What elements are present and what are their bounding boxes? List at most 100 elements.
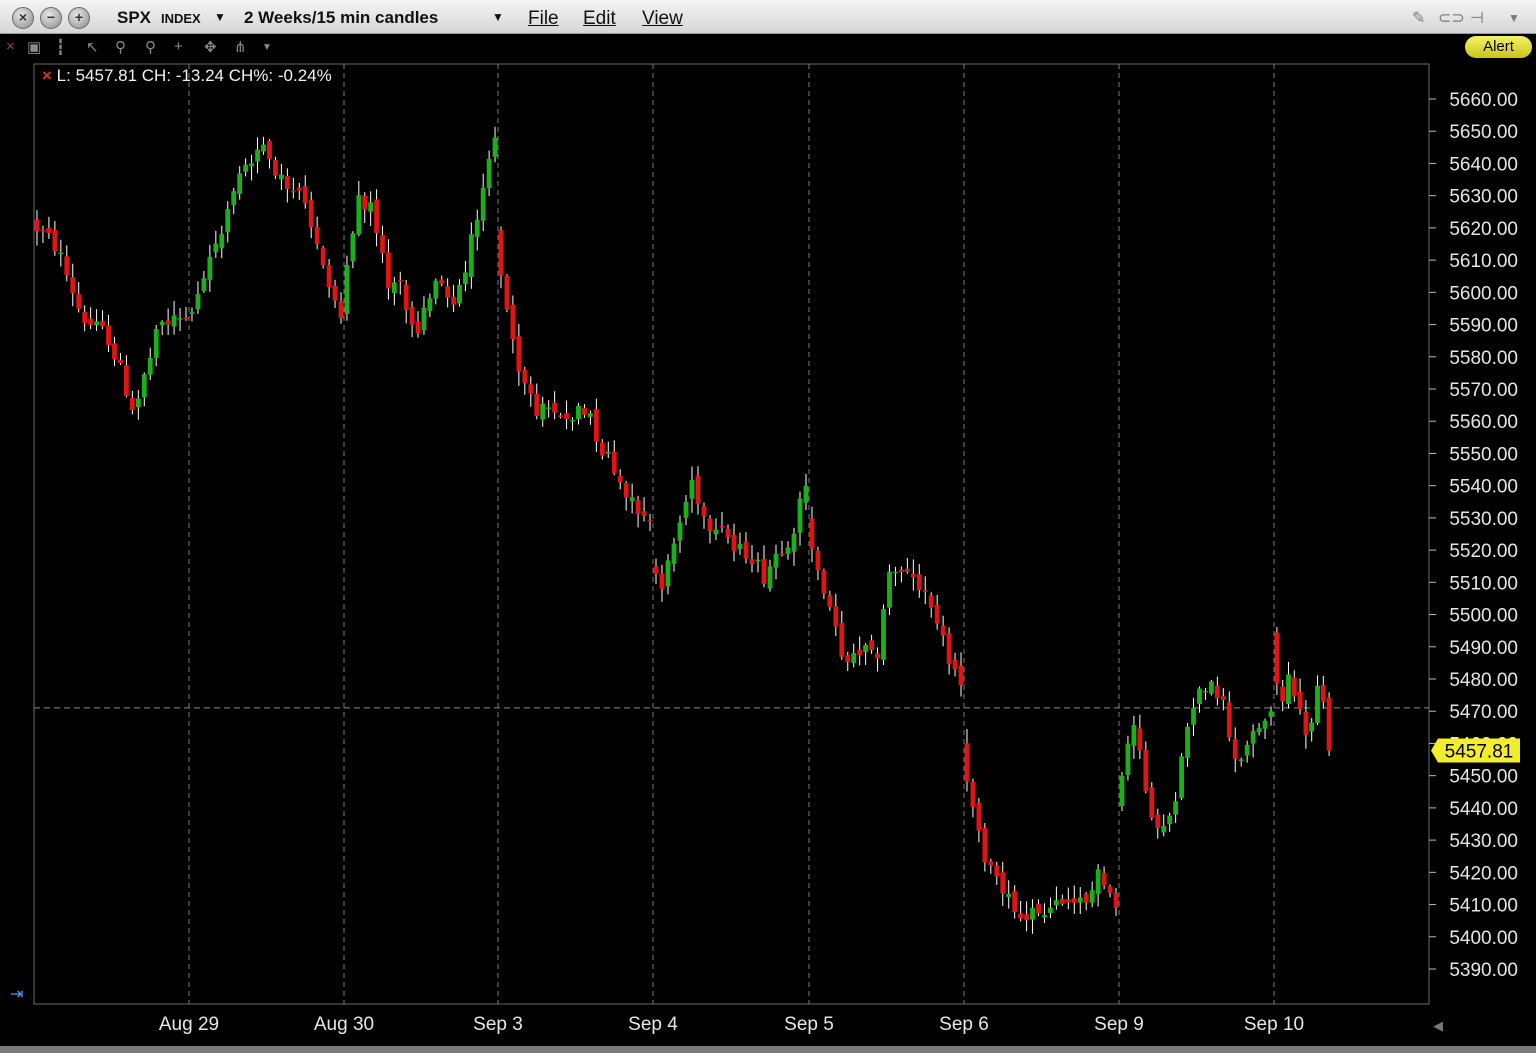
pin-icon[interactable]: ⊣ [1470,8,1484,28]
candle-body-down [821,570,827,594]
y-tick-label: 5410.00 [1449,896,1518,917]
candle-body-down [504,275,510,310]
candle-body-up [463,272,468,285]
candle-body-down [1320,684,1326,702]
timeline-scrollbar[interactable] [0,1046,1536,1053]
change-value: -13.24 [175,66,224,85]
candle-body-down [617,475,623,483]
candle-body-up [570,419,575,422]
candle-body-up [665,560,671,587]
cursor-icon[interactable]: ↖ [86,38,99,56]
y-tick-label: 5560.00 [1449,412,1518,433]
candle-body-up [689,479,695,499]
candle-body-up [1309,722,1315,732]
candle-body-up [243,164,249,172]
candle-body-down [611,451,617,474]
instrument-type-label[interactable]: INDEX [161,11,201,26]
symbol-label[interactable]: SPX [117,8,151,28]
candle-body-down [761,559,767,584]
menu-file[interactable]: File [528,8,559,30]
candle-body-up [1185,726,1190,758]
close-panel-icon[interactable]: × [6,38,15,55]
candle-body-down [534,393,540,417]
period-selector[interactable]: 2 Weeks/15 min candles [244,8,438,28]
candle-body-up [195,294,201,310]
period-dropdown-icon[interactable]: ▼ [492,10,504,24]
candle-body-down [964,743,970,782]
candle-body-up [773,553,779,568]
last-label: L: [56,66,71,85]
close-window-icon[interactable]: × [12,7,34,29]
candle-body-up [1095,869,1101,894]
candle-body-down [1280,686,1286,702]
candle-body-down [1303,711,1309,735]
info-close-icon[interactable]: × [42,66,52,85]
candle-body-down [1059,898,1065,904]
menu-view[interactable]: View [642,8,683,30]
candle-body-up [468,234,474,277]
chart-type-icon[interactable]: ▣ [27,38,41,56]
candle-body-up [1006,893,1012,898]
maximize-window-icon[interactable]: + [68,7,90,29]
bar-chart-icon[interactable]: ┇ [56,38,65,56]
candlestick-chart[interactable]: 5660.00 5650.00 5640.00 5630.00 5620.00 5610.… [0,0,1536,1053]
candle-body-down [659,573,665,589]
minimize-window-icon[interactable]: − [40,7,62,29]
y-tick-label: 5600.00 [1449,283,1518,304]
candle-body-down [809,518,815,549]
menu-edit[interactable]: Edit [583,8,616,30]
tools-dropdown-icon[interactable]: ▼ [262,42,272,53]
candle-body-down [958,665,964,686]
candle-body-down [1012,891,1018,912]
candle-body-down [516,336,522,372]
wrench-icon[interactable]: ✎ [1412,8,1425,28]
candle-body-up [94,321,99,326]
candle-body-up [391,282,397,294]
candle-body-up [141,374,147,398]
candle-body-down [498,230,504,276]
candle-body-down [875,653,880,659]
y-tick-label: 5580.00 [1449,348,1518,369]
candle-body-down [641,511,647,517]
candle-body-down [839,623,845,657]
zoom-out-icon[interactable]: ⚲ [145,38,156,56]
candle-body-up [1077,897,1083,903]
candle-body-down [899,569,904,573]
scroll-start-icon[interactable]: ⇥ [10,984,23,1004]
candle-body-down [380,235,385,254]
candle-body-down [362,195,368,210]
candle-body-down [76,294,82,309]
candle-body-up [1030,907,1035,920]
drawing-tools-icon[interactable]: ⋔ [234,38,247,56]
candle-body-up [1238,759,1244,762]
candle-body-up [605,451,611,454]
symbol-dropdown-icon[interactable]: ▼ [214,10,226,24]
alert-button[interactable]: Alert [1465,36,1532,58]
candle-body-down [165,320,171,325]
candle-body-down [988,861,994,866]
candle-body-up [1203,690,1208,693]
candle-body-up [629,497,635,502]
candle-body-down [558,415,563,417]
y-tick-label: 5610.00 [1449,251,1518,272]
link-icon[interactable]: ⊂⊃ [1438,8,1465,28]
crosshair-icon[interactable]: + [174,38,183,55]
window-options-icon[interactable]: ▼ [1508,11,1520,25]
candle-body-up [797,498,803,533]
y-tick-label: 5400.00 [1449,928,1518,949]
candle-body-down [970,782,976,807]
zoom-in-icon[interactable]: ⚲ [115,38,126,56]
candle-body-down [593,409,599,442]
candle-body-up [486,158,492,188]
candle-body-down [34,219,40,232]
candle-body-down [1000,872,1006,894]
candle-body-down [284,175,290,189]
scroll-left-icon[interactable]: ◀ [1433,1018,1443,1034]
candle-body-up [1173,801,1179,815]
candle-body-up [767,566,773,589]
candle-body-down [70,277,76,294]
candle-body-down [701,505,707,517]
pan-icon[interactable]: ✥ [204,38,217,56]
candle-body-up [237,173,243,194]
candle-body-up [851,653,857,663]
